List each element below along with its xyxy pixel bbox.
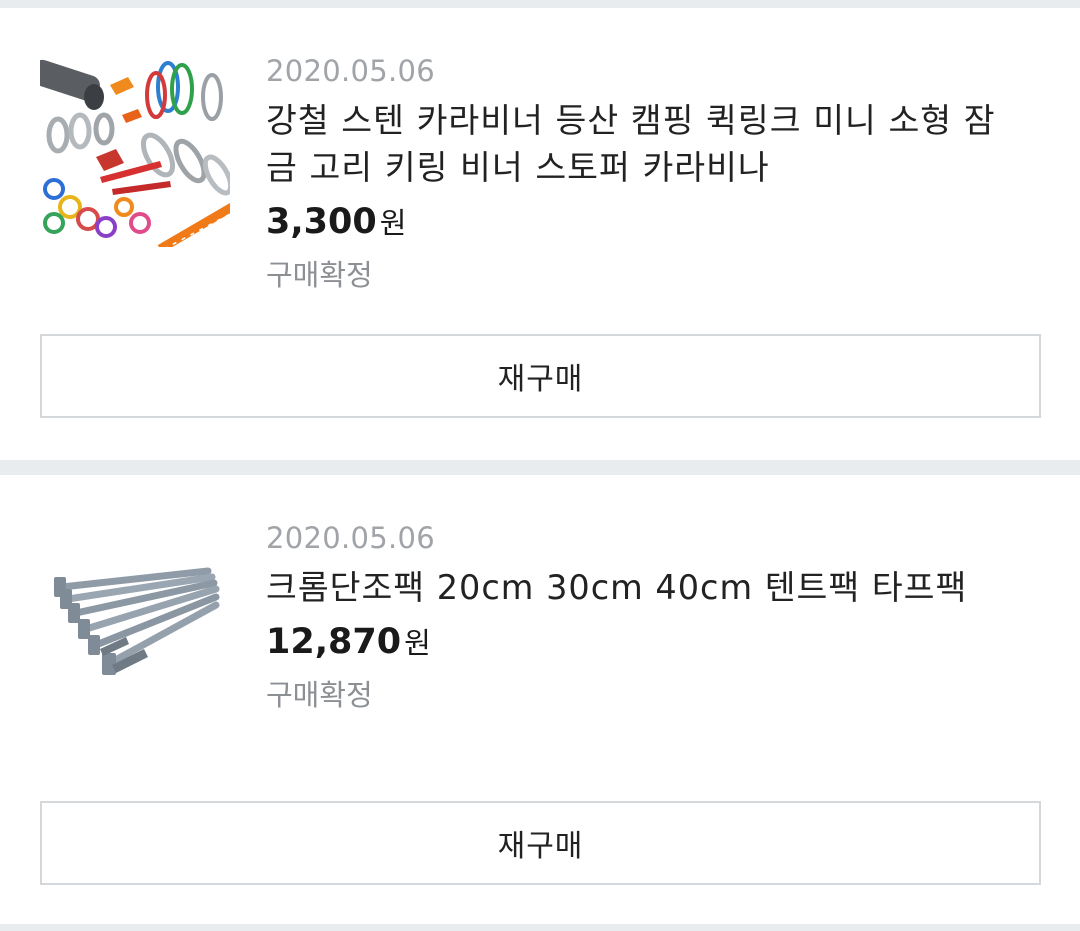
price-amount: 3,300 — [266, 202, 377, 242]
rebuy-button[interactable]: 재구매 — [40, 334, 1041, 418]
price-currency: 원 — [404, 626, 431, 660]
order-date: 2020.05.06 — [266, 54, 436, 88]
order-info: 2020.05.06 크롬단조팩 20cm 30cm 40cm 텐트팩 타프팩 … — [266, 521, 1014, 715]
order-info: 2020.05.06 강철 스텐 카라비너 등산 캠핑 퀵링크 미니 소형 잠금… — [266, 54, 1014, 295]
product-title[interactable]: 강철 스텐 카라비너 등산 캠핑 퀵링크 미니 소형 잠금 고리 키링 비너 스… — [266, 97, 1014, 191]
order-status: 구매확정 — [266, 258, 373, 292]
product-price: 12,870 원 — [266, 619, 1014, 671]
price-currency: 원 — [379, 206, 407, 240]
order-status: 구매확정 — [266, 678, 373, 712]
product-title[interactable]: 크롬단조팩 20cm 30cm 40cm 텐트팩 타프팩 — [266, 564, 1014, 611]
product-thumbnail-tent-peg[interactable] — [40, 525, 230, 715]
product-thumbnail-carabiner[interactable] — [40, 57, 230, 247]
product-price: 3,300 원 — [266, 199, 1014, 251]
price-amount: 12,870 — [266, 622, 402, 662]
rebuy-button[interactable]: 재구매 — [40, 801, 1041, 885]
order-date: 2020.05.06 — [266, 521, 436, 555]
order-card: 2020.05.06 크롬단조팩 20cm 30cm 40cm 텐트팩 타프팩 … — [0, 475, 1080, 924]
order-card: 2020.05.06 강철 스텐 카라비너 등산 캠핑 퀵링크 미니 소형 잠금… — [0, 8, 1080, 460]
